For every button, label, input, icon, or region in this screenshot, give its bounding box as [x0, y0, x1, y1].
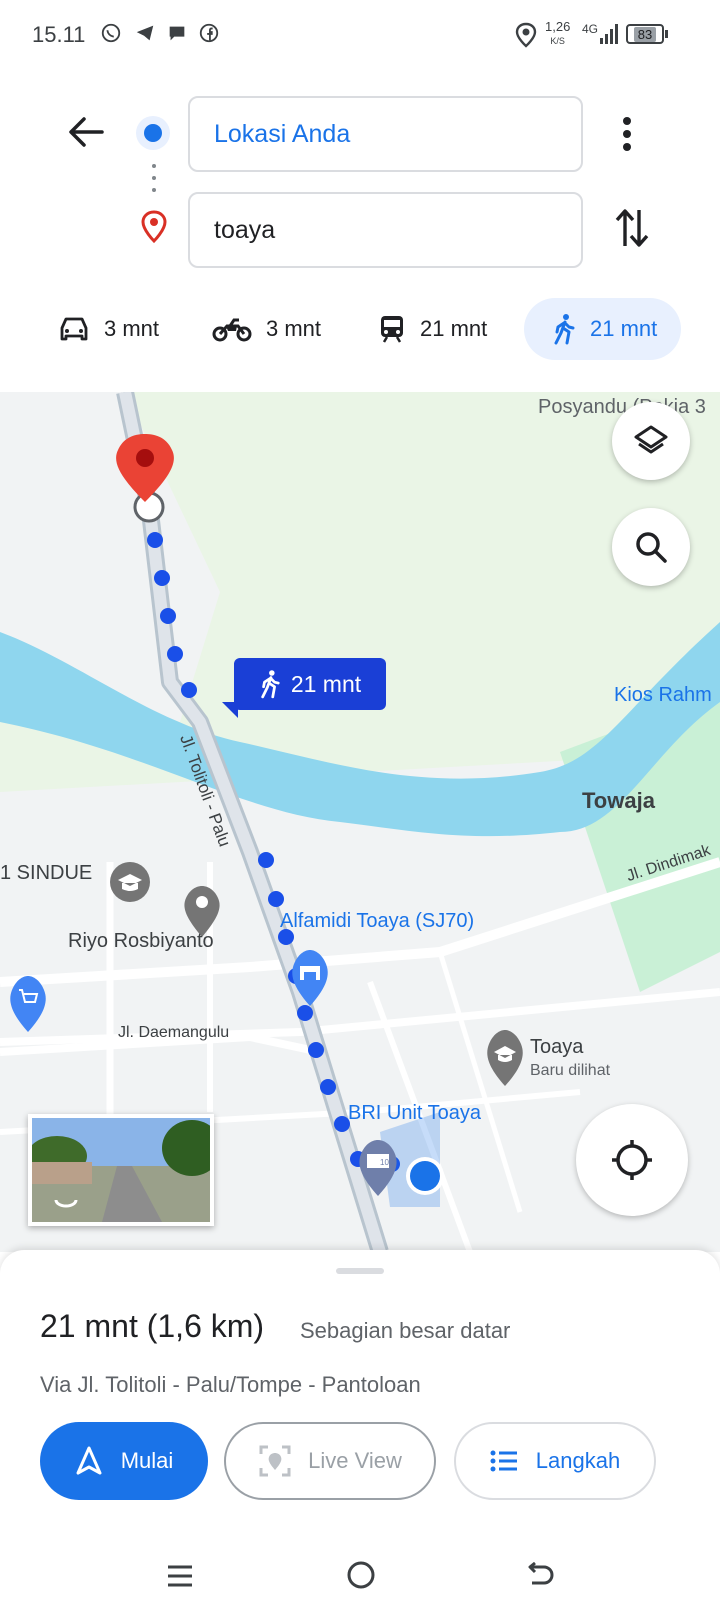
- back-arrow-icon[interactable]: [66, 112, 106, 152]
- chat-icon: [169, 26, 185, 41]
- facebook-icon: [199, 23, 219, 43]
- data-speed: 1,26 K/S: [545, 19, 571, 46]
- back-icon[interactable]: [526, 1562, 556, 1590]
- more-options-icon[interactable]: [620, 114, 634, 154]
- start-button[interactable]: Mulai: [40, 1422, 208, 1500]
- street-view-image: [32, 1118, 210, 1222]
- map-label-kios[interactable]: Kios Rahm: [614, 684, 712, 707]
- list-icon: [490, 1450, 517, 1472]
- route-terrain-note: Sebagian besar datar: [300, 1318, 511, 1343]
- mode-transit-label: 21 mnt: [420, 316, 488, 341]
- walking-icon: [261, 670, 280, 699]
- motorcycle-icon: [212, 318, 252, 342]
- mode-car[interactable]: 3 mnt: [58, 298, 159, 360]
- live-view-label: Live View: [308, 1448, 402, 1473]
- route-connector-dot: [152, 164, 156, 168]
- map-label-sindue[interactable]: 1 SINDUE: [0, 862, 92, 885]
- origin-input[interactable]: Lokasi Anda: [188, 96, 583, 172]
- route-connector-dot: [152, 176, 156, 180]
- map-label-riyo[interactable]: Riyo Rosbiyanto: [68, 930, 214, 953]
- transit-icon: [381, 316, 403, 343]
- car-icon: [60, 317, 88, 341]
- map-label-recent: Baru dilihat: [530, 1062, 611, 1079]
- mode-motorcycle-label: 3 mnt: [266, 316, 322, 341]
- map-label-alfamidi[interactable]: Alfamidi Toaya (SJ70): [280, 910, 474, 933]
- map-label-bri[interactable]: BRI Unit Toaya: [348, 1102, 481, 1125]
- home-icon[interactable]: [346, 1560, 376, 1590]
- destination-pin-icon: [141, 210, 167, 244]
- my-location-dot: [410, 1161, 440, 1191]
- battery-tip: [665, 30, 668, 38]
- directions-header: Lokasi Anda toaya 3 mnt 3 mnt 21 mnt 21 …: [0, 72, 720, 392]
- search-along-route-button[interactable]: [612, 508, 690, 586]
- battery-level: 83: [633, 26, 657, 42]
- navigation-arrow-icon: [76, 1446, 102, 1475]
- live-view-button[interactable]: Live View: [224, 1422, 436, 1500]
- steps-label: Langkah: [535, 1448, 621, 1473]
- street-label-daemangulu: Jl. Daemangulu: [118, 1024, 230, 1041]
- destination-pin-dot: [136, 449, 154, 467]
- walking-icon: [554, 314, 575, 345]
- map-label-towaja: Towaja: [582, 788, 655, 813]
- map-label-toaya[interactable]: Toaya: [530, 1036, 583, 1059]
- destination-input[interactable]: toaya: [188, 192, 583, 268]
- route-duration: 21 mnt (1,6 km): [40, 1308, 265, 1344]
- start-button-label: Mulai: [120, 1448, 174, 1473]
- status-bar: 15.11 1,26 K/S 4G 83: [0, 0, 720, 72]
- live-view-icon: [259, 1445, 291, 1477]
- swap-icon[interactable]: [614, 206, 650, 250]
- crosshair-icon: [612, 1140, 652, 1180]
- route-connector-dot: [152, 188, 156, 192]
- svg-text:100: 100: [380, 1158, 394, 1167]
- telegram-icon: [136, 25, 154, 41]
- mode-walk-label: 21 mnt: [590, 316, 658, 341]
- whatsapp-icon: [101, 23, 121, 43]
- layers-button[interactable]: [612, 402, 690, 480]
- steps-button[interactable]: Langkah: [454, 1422, 656, 1500]
- sheet-drag-handle[interactable]: [336, 1268, 384, 1274]
- school-poi-icon[interactable]: [110, 862, 150, 902]
- my-location-button[interactable]: [576, 1104, 688, 1216]
- search-icon: [636, 532, 667, 563]
- street-view-thumbnail[interactable]: [28, 1114, 214, 1226]
- route-time-label: 21 mnt: [290, 670, 362, 697]
- location-icon: [515, 22, 537, 48]
- system-nav-bar: [0, 1540, 720, 1612]
- battery-icon: 83: [626, 24, 664, 44]
- signal-icon: [600, 24, 618, 44]
- map-view[interactable]: 100 Posyandu (Pokja 3 Kios Rahm Towaja 1…: [0, 392, 720, 1252]
- mode-car-label: 3 mnt: [104, 316, 160, 341]
- status-time: 15.11: [32, 22, 86, 47]
- mode-transit[interactable]: 21 mnt: [378, 298, 487, 360]
- route-badge-pointer: [222, 702, 238, 718]
- mode-motorcycle[interactable]: 3 mnt: [212, 298, 321, 360]
- mode-walk[interactable]: 21 mnt: [524, 298, 682, 360]
- layers-icon: [634, 425, 668, 454]
- route-details-sheet[interactable]: 21 mnt (1,6 km) Sebagian besar datar Via…: [0, 1250, 720, 1540]
- route-via: Via Jl. Tolitoli - Palu/Tompe - Pantoloa…: [40, 1372, 421, 1397]
- route-time-badge[interactable]: 21 mnt: [234, 658, 386, 710]
- origin-dot-icon: [136, 116, 170, 150]
- recent-apps-icon[interactable]: [166, 1562, 194, 1590]
- network-type: 4G: [582, 22, 599, 36]
